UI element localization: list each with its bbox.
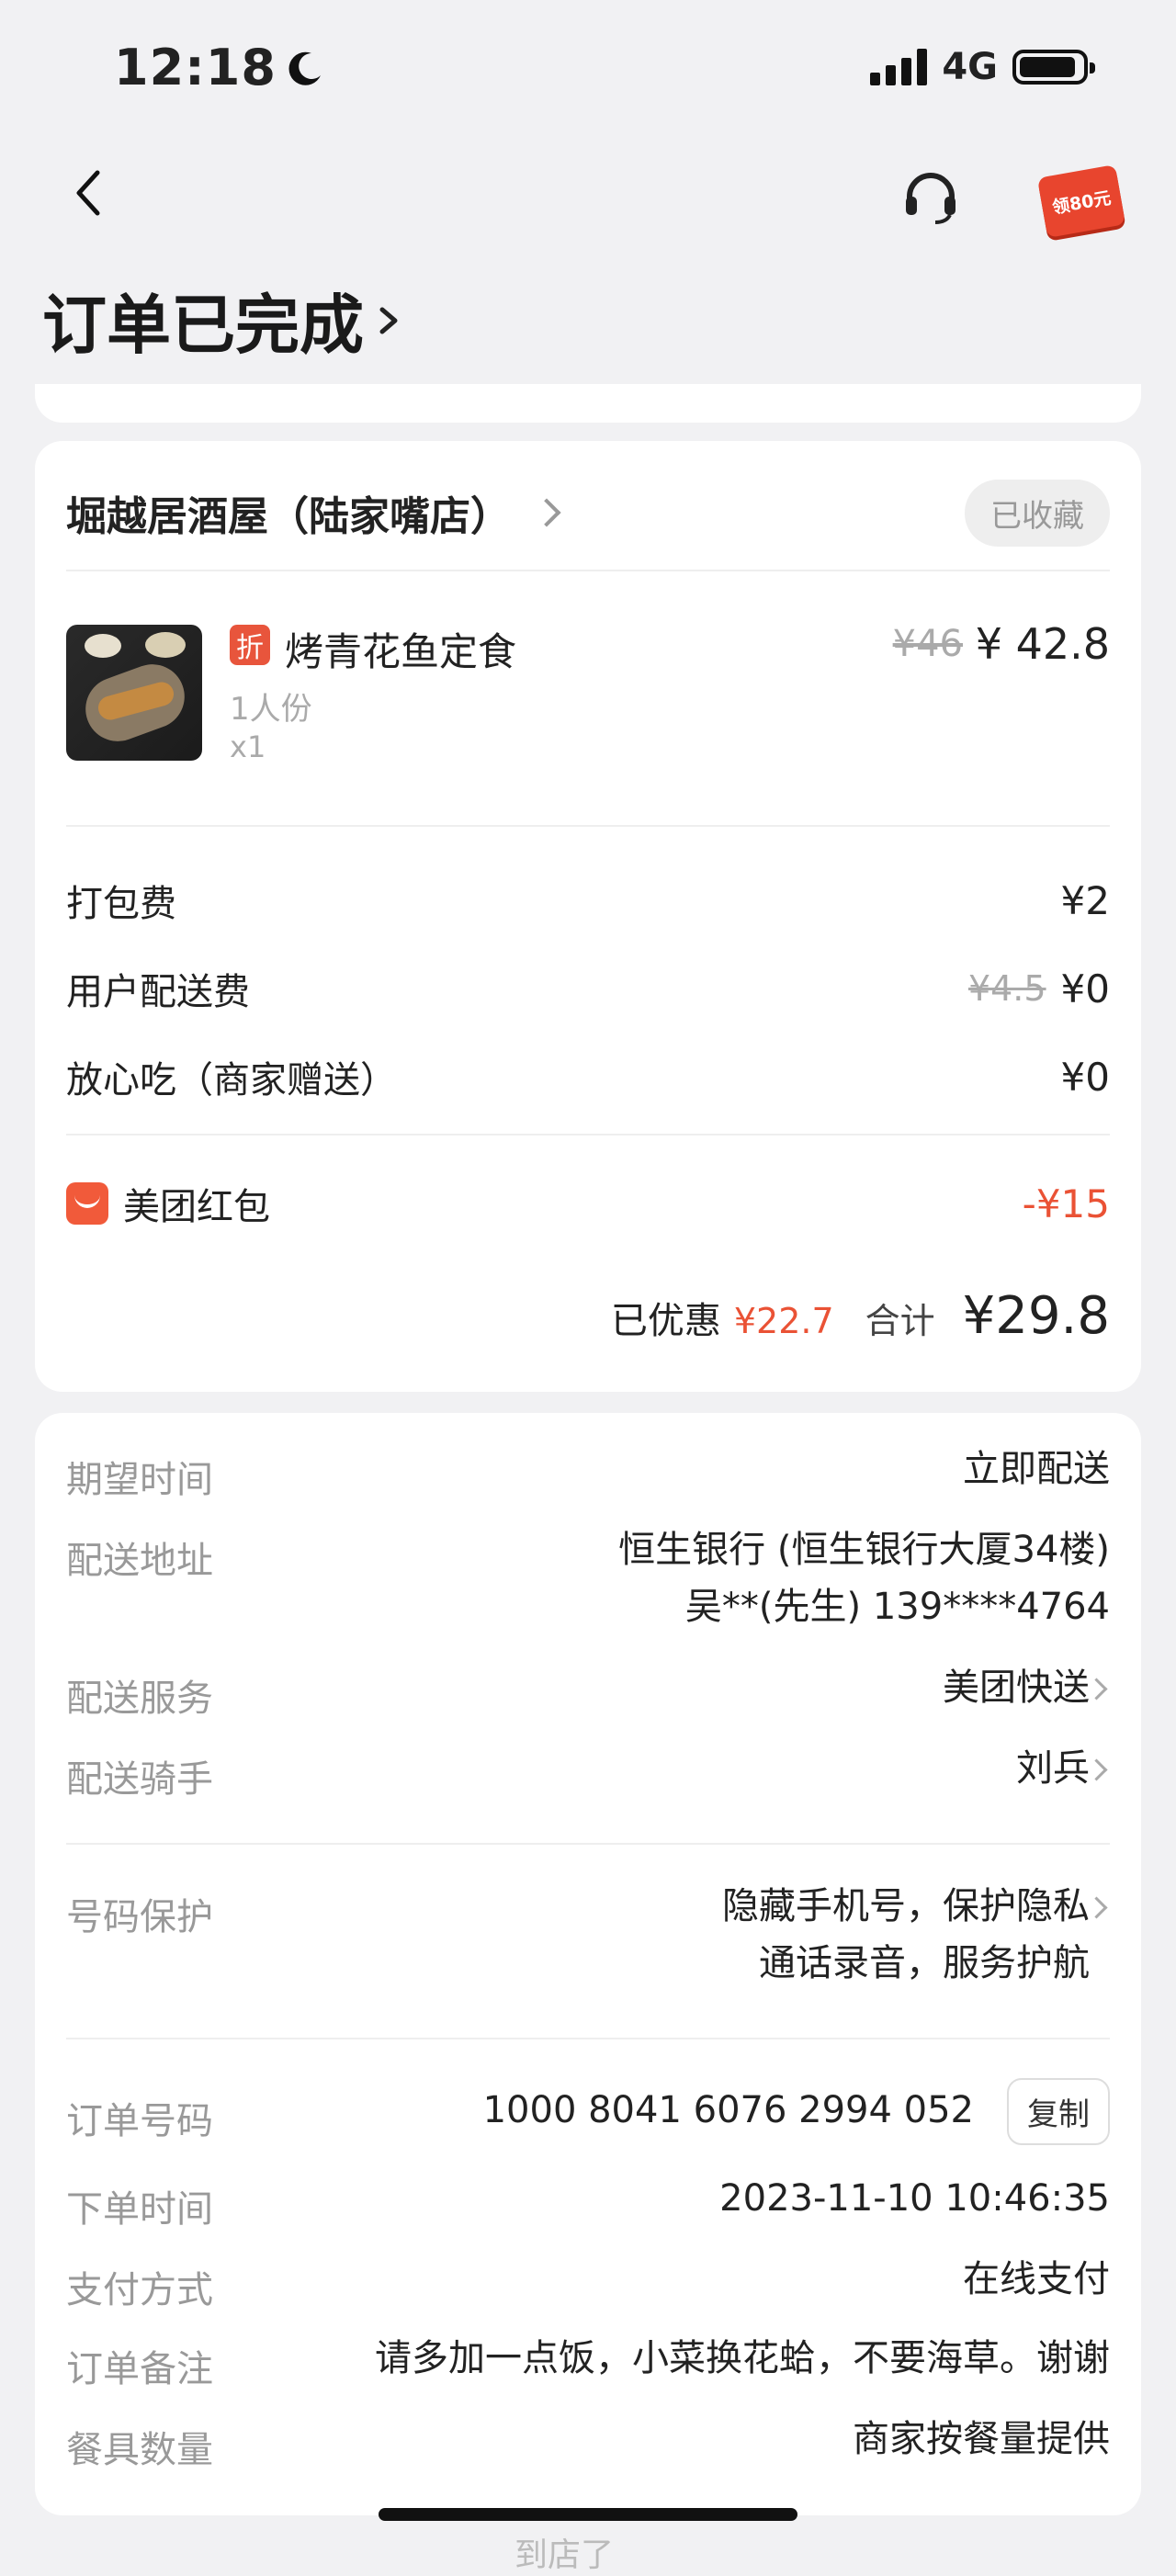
info-key: 配送服务 [66,1678,213,1720]
item-spec: 1人份 [230,691,312,728]
info-key: 餐具数量 [66,2429,213,2471]
favorited-badge[interactable]: 已收藏 [965,479,1110,547]
delivery-service-row[interactable]: 配送服务 美团快送 [66,1666,1110,1725]
discount-tag: 折 [230,625,270,665]
copy-button[interactable]: 复制 [1007,2078,1110,2145]
time-text: 12:18 [114,39,277,96]
payment-row: 支付方式 在线支付 [66,2258,1110,2317]
info-key: 订单号码 [66,2100,213,2142]
expect-time-row: 期望时间 立即配送 [66,1448,1110,1507]
redpack-value: -¥15 [1022,1181,1110,1226]
total-value: ¥29.8 [962,1286,1110,1346]
promo-redpack-button[interactable]: 领80元 [1036,156,1126,241]
item-original-price: ¥46 [892,623,963,665]
packing-fee-row: 打包费 ¥2 [66,873,1110,928]
shop-row[interactable]: 堀越居酒屋（陆家嘴店） 已收藏 [66,476,1110,549]
fee-original-value: ¥4.5 [967,968,1046,1009]
info-value: 在线支付 [963,2258,1110,2300]
info-key: 配送地址 [66,1540,213,1582]
status-time: 12:18 [114,39,326,96]
home-indicator[interactable] [379,2508,797,2521]
fee-value: ¥0 [1060,966,1110,1011]
info-key: 号码保护 [66,1896,213,1938]
order-summary: 已优惠 ¥22.7 合计 ¥29.8 [611,1286,1110,1346]
shop-name: 堀越居酒屋（陆家嘴店） [66,493,511,540]
info-key: 配送骑手 [66,1758,213,1801]
chevron-right-icon [379,307,398,333]
redpack-label: 美团红包 [123,1186,270,1228]
item-price: ¥ 42.8 [975,619,1110,669]
nav-bar: 领80元 [0,147,1176,248]
address-line2: 吴**(先生) 139****4764 [684,1586,1110,1628]
order-note-row: 订单备注 请多加一点饭，小菜换花蛤，不要海草。谢谢 [66,2337,1110,2396]
network-type: 4G [942,46,998,88]
info-key: 期望时间 [66,1459,213,1501]
info-value: 美团快送 [943,1666,1090,1709]
info-value: 请多加一点饭，小菜换花蛤，不要海草。谢谢 [375,2337,1110,2379]
moon-icon [288,51,321,85]
customer-service-icon[interactable] [899,165,963,230]
fee-value: ¥0 [1060,1054,1110,1100]
order-number: 1000 8041 6076 2994 052 [482,2089,974,2131]
divider [66,570,1110,571]
fee-value: ¥2 [1060,877,1110,923]
delivery-info-card: 期望时间 立即配送 配送地址 恒生银行 (恒生银行大厦34楼) 吴**(先生) … [35,1413,1141,2515]
item-name: 烤青花鱼定食 [285,629,517,674]
total-label: 合计 [865,1301,935,1341]
assurance-fee-row: 放心吃（商家赠送） ¥0 [66,1049,1110,1104]
chevron-right-icon [532,498,561,527]
info-value: 刘兵 [1016,1747,1090,1790]
address-row: 配送地址 恒生银行 (恒生银行大厦34楼) 吴**(先生) 139****476… [66,1529,1110,1644]
list-item[interactable]: 折 烤青花鱼定食 1人份 x1 ¥46 ¥ 42.8 [66,619,1110,772]
privacy-line1: 隐藏手机号，保护隐私 [722,1885,1090,1927]
previous-card-edge [35,384,1141,423]
back-icon[interactable] [62,165,118,220]
battery-icon [1012,50,1095,85]
divider [66,1843,1110,1845]
info-key: 订单备注 [66,2348,213,2390]
redpack-row: 美团红包 -¥15 [66,1176,1110,1231]
item-thumbnail [66,625,202,761]
status-bar: 12:18 4G [0,0,1176,138]
order-items-card: 堀越居酒屋（陆家嘴店） 已收藏 折 烤青花鱼定食 1人份 x1 ¥46 ¥ 42… [35,441,1141,1392]
saved-value: ¥22.7 [733,1301,834,1341]
signal-icon [870,49,928,85]
order-number-row: 订单号码 1000 8041 6076 2994 052 复制 [66,2078,1110,2148]
fee-label: 打包费 [66,883,176,925]
info-key: 支付方式 [66,2269,213,2311]
order-status-header[interactable]: 订单已完成 [42,274,401,367]
status-indicators: 4G [870,46,1095,88]
privacy-line2: 通话录音，服务护航 [759,1942,1090,1984]
rider-row[interactable]: 配送骑手 刘兵 [66,1747,1110,1806]
privacy-row[interactable]: 号码保护 隐藏手机号，保护隐私 通话录音，服务护航 [66,1885,1110,2001]
info-value: 商家按餐量提供 [853,2418,1110,2460]
divider [66,1134,1110,1135]
fee-label: 用户配送费 [66,971,250,1013]
saved-label: 已优惠 [610,1300,721,1342]
divider [66,2038,1110,2039]
info-key: 下单时间 [66,2188,213,2231]
address-line1: 恒生银行 (恒生银行大厦34楼) [618,1529,1110,1571]
divider [66,825,1110,827]
next-section-peek: 到店了 [514,2536,615,2574]
info-value: 2023-11-10 10:46:35 [719,2177,1110,2220]
item-quantity: x1 [230,729,266,764]
page-title: 订单已完成 [42,288,364,363]
delivery-fee-row: 用户配送费 ¥4.5 ¥0 [66,961,1110,1016]
order-time-row: 下单时间 2023-11-10 10:46:35 [66,2177,1110,2236]
info-value: 立即配送 [963,1448,1110,1490]
redpack-icon [66,1182,108,1225]
promo-badge: 领80元 [1036,164,1126,238]
fee-label: 放心吃（商家赠送） [66,1059,397,1102]
tableware-row: 餐具数量 商家按餐量提供 [66,2418,1110,2477]
